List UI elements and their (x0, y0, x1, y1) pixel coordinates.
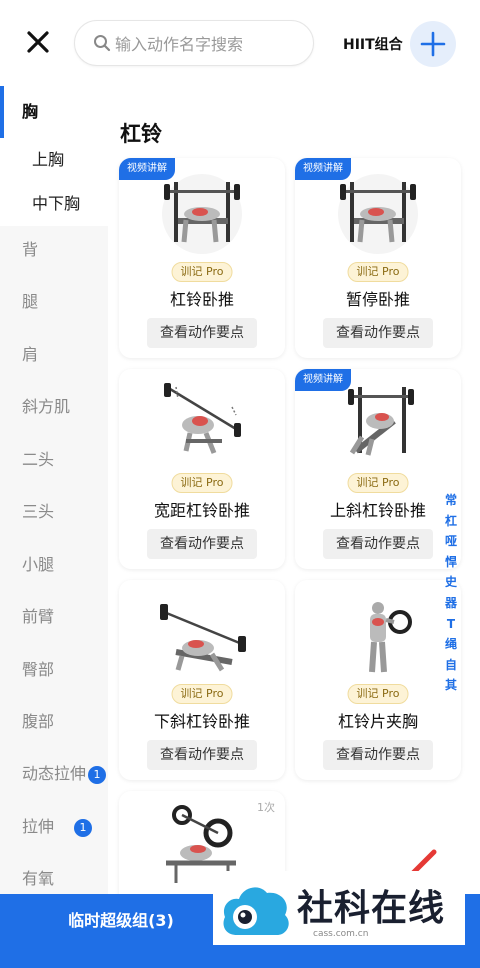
index-letter[interactable]: 常 (441, 490, 461, 511)
pro-tag: 训记 Pro (171, 473, 233, 493)
sidebar-item-shoulders[interactable]: 肩 (0, 337, 108, 373)
view-key-points-button[interactable]: 查看动作要点 (147, 318, 257, 348)
sidebar-item-label: 胸 (22, 102, 39, 121)
cloud-logo-icon (223, 887, 289, 935)
pause-bench-press-illustration (338, 174, 418, 254)
sidebar-item-label: 动态拉伸 (22, 764, 87, 783)
exercise-card[interactable]: 视频讲解 训记 Pro 杠铃卧推 查看动作要点 (119, 158, 285, 358)
pro-tag: 训记 Pro (347, 684, 409, 704)
watermark-url: cass.com.cn (313, 929, 369, 939)
sidebar-item-upper-chest[interactable]: 上胸 (0, 138, 108, 182)
exercise-name: 暂停卧推 (345, 290, 410, 309)
index-letter[interactable]: 史 (441, 572, 461, 593)
sidebar-item-dynamic-stretch[interactable]: 动态拉伸 1 (0, 756, 108, 792)
close-button[interactable] (24, 28, 52, 56)
count-badge: 1 (88, 765, 107, 784)
index-letter[interactable]: 绳 (441, 634, 461, 655)
sidebar-item-chest[interactable]: 胸 (0, 86, 108, 138)
sidebar-item-triceps[interactable]: 三头 (0, 494, 108, 530)
pro-tag: 训记 Pro (171, 684, 233, 704)
plate-squeeze-illustration (369, 602, 412, 673)
view-key-points-button[interactable]: 查看动作要点 (147, 529, 257, 559)
bench-press-illustration (162, 174, 242, 254)
sidebar-item-biceps[interactable]: 二头 (0, 442, 108, 478)
watermark-text: 社科在线 (297, 888, 446, 929)
index-letter[interactable]: 悍 (441, 552, 461, 573)
sidebar-item-forearms[interactable]: 前臂 (0, 599, 108, 635)
index-letter[interactable]: T (441, 614, 461, 635)
sidebar-item-calves[interactable]: 小腿 (0, 547, 108, 583)
sidebar-item-trapezius[interactable]: 斜方肌 (0, 389, 108, 425)
top-bar: 输入动作名字搜索 HIIT组合 (0, 0, 480, 86)
index-letter[interactable]: 器 (441, 593, 461, 614)
index-letter[interactable]: 其 (441, 675, 461, 696)
sidebar-item-cardio[interactable]: 有氧 (0, 861, 108, 897)
sidebar-item-back[interactable]: 背 (0, 232, 108, 268)
search-input[interactable]: 输入动作名字搜索 (74, 20, 314, 66)
search-placeholder: 输入动作名字搜索 (115, 35, 244, 54)
view-key-points-button[interactable]: 查看动作要点 (323, 740, 433, 770)
pro-tag: 训记 Pro (347, 262, 409, 282)
close-icon (27, 31, 49, 53)
view-key-points-button[interactable]: 查看动作要点 (323, 318, 433, 348)
exercise-card[interactable]: 视频讲解 训记 Pro 暂停卧推 查看动作要点 (295, 158, 461, 358)
usage-count: 1次 (257, 801, 275, 814)
sidebar-item-legs[interactable]: 腿 (0, 284, 108, 320)
exercise-card[interactable]: 训记 Pro 下斜杠铃卧推 查看动作要点 (119, 580, 285, 780)
sidebar-item-abs[interactable]: 腹部 (0, 704, 108, 740)
exercise-name: 上斜杠铃卧推 (329, 501, 426, 520)
plus-icon (420, 31, 446, 57)
exercise-name: 下斜杠铃卧推 (153, 712, 250, 731)
decline-bench-press-illustration (160, 604, 246, 672)
view-key-points-button[interactable]: 查看动作要点 (147, 740, 257, 770)
exercise-card[interactable]: 训记 Pro 杠铃片夹胸 查看动作要点 (295, 580, 461, 780)
exercise-name: 宽距杠铃卧推 (153, 501, 250, 520)
wide-grip-bench-press-illustration (164, 383, 241, 454)
category-sidebar: 胸 上胸 中下胸 背 腿 肩 斜方肌 二头 三头 小腿 前臂 臀部 腹部 动态拉… (0, 86, 108, 894)
pro-tag: 训记 Pro (347, 473, 409, 493)
section-title: 杠铃 (120, 122, 162, 146)
active-indicator (0, 86, 4, 138)
incline-bench-press-illustration (348, 387, 414, 456)
pro-tag: 训记 Pro (171, 262, 233, 282)
sidebar-item-mid-lower-chest[interactable]: 中下胸 (0, 182, 108, 226)
add-button[interactable] (410, 21, 456, 67)
hiit-combo-link[interactable]: HIIT组合 (343, 34, 403, 54)
exercise-name: 杠铃片夹胸 (337, 712, 418, 731)
search-icon (94, 35, 111, 52)
view-key-points-button[interactable]: 查看动作要点 (323, 529, 433, 559)
category-index[interactable]: 常 杠 哑 悍 史 器 T 绳 自 其 (441, 490, 461, 696)
sidebar-item-glutes[interactable]: 臀部 (0, 652, 108, 688)
index-letter[interactable]: 哑 (441, 531, 461, 552)
exercise-card[interactable]: 训记 Pro 宽距杠铃卧推 查看动作要点 (119, 369, 285, 569)
count-badge: 1 (74, 818, 93, 837)
index-letter[interactable]: 杠 (441, 511, 461, 532)
sidebar-item-label: 拉伸 (22, 817, 55, 836)
temp-superset-button[interactable]: 临时超级组(3) (0, 894, 242, 948)
watermark: 社科在线 cass.com.cn (213, 871, 465, 945)
exercise-card[interactable]: 视频讲解 训记 Pro 上斜杠铃卧推 查看动作要点 (295, 369, 461, 569)
exercise-name: 杠铃卧推 (169, 290, 234, 309)
index-letter[interactable]: 自 (441, 655, 461, 676)
sidebar-item-stretch[interactable]: 拉伸 1 (0, 809, 108, 845)
